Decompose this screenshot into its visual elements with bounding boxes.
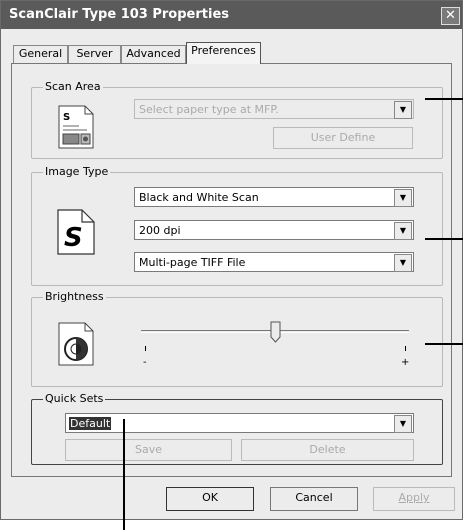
tab-general[interactable]: General bbox=[13, 45, 68, 63]
tab-preferences[interactable]: Preferences bbox=[186, 42, 261, 64]
image-type-legend: Image Type bbox=[43, 165, 111, 178]
properties-dialog: ScanClair Type 103 Properties ✕ General … bbox=[0, 0, 463, 520]
file-format-select[interactable]: Multi-page TIFF File ▼ bbox=[134, 252, 414, 272]
slider-tick bbox=[145, 346, 146, 351]
close-icon: ✕ bbox=[445, 8, 456, 23]
window-title: ScanClair Type 103 Properties bbox=[9, 7, 229, 22]
s-glyph: S bbox=[64, 223, 83, 253]
callout-line bbox=[425, 238, 463, 240]
tab-label: Server bbox=[76, 47, 113, 60]
brightness-min-label: - bbox=[143, 357, 147, 368]
callout-line bbox=[425, 343, 463, 345]
slider-tick bbox=[405, 346, 406, 351]
chevron-down-icon: ▼ bbox=[394, 254, 412, 272]
paper-type-select[interactable]: Select paper type at MFP. ▼ bbox=[134, 99, 414, 119]
apply-button[interactable]: Apply bbox=[373, 487, 455, 511]
tab-label: Preferences bbox=[191, 44, 256, 57]
callout-line bbox=[123, 419, 125, 530]
document-scan-icon: S bbox=[57, 104, 99, 150]
paper-type-value: Select paper type at MFP. bbox=[139, 103, 279, 116]
s-document-icon: S bbox=[56, 208, 98, 256]
chevron-down-icon: ▼ bbox=[394, 101, 412, 119]
cancel-button[interactable]: Cancel bbox=[270, 487, 358, 511]
callout-line bbox=[425, 98, 463, 100]
chevron-down-icon: ▼ bbox=[394, 222, 412, 240]
chevron-down-icon: ▼ bbox=[394, 189, 412, 207]
brightness-icon bbox=[57, 321, 97, 367]
svg-text:S: S bbox=[63, 112, 70, 123]
quick-sets-legend: Quick Sets bbox=[43, 392, 106, 405]
brightness-max-label: + bbox=[401, 357, 410, 368]
title-bar[interactable]: ScanClair Type 103 Properties ✕ bbox=[1, 1, 462, 29]
scan-area-legend: Scan Area bbox=[43, 80, 103, 93]
quick-sets-value: Default bbox=[69, 417, 112, 430]
tab-label: General bbox=[18, 47, 63, 60]
resolution-value: 200 dpi bbox=[139, 224, 181, 237]
delete-button[interactable]: Delete bbox=[241, 439, 414, 461]
tab-label: Advanced bbox=[126, 47, 181, 60]
scan-mode-value: Black and White Scan bbox=[139, 191, 259, 204]
tab-server[interactable]: Server bbox=[68, 45, 121, 63]
save-button[interactable]: Save bbox=[65, 439, 232, 461]
close-button[interactable]: ✕ bbox=[441, 7, 460, 25]
scan-mode-select[interactable]: Black and White Scan ▼ bbox=[134, 187, 414, 207]
brightness-slider-thumb[interactable] bbox=[270, 321, 281, 343]
user-define-button[interactable]: User Define bbox=[273, 127, 413, 149]
chevron-down-icon: ▼ bbox=[394, 415, 412, 433]
resolution-select[interactable]: 200 dpi ▼ bbox=[134, 220, 414, 240]
ok-button[interactable]: OK bbox=[166, 487, 254, 511]
file-format-value: Multi-page TIFF File bbox=[139, 256, 246, 269]
tab-advanced[interactable]: Advanced bbox=[121, 45, 186, 63]
brightness-legend: Brightness bbox=[43, 290, 106, 303]
quick-sets-select[interactable]: Default ▼ bbox=[65, 413, 414, 433]
